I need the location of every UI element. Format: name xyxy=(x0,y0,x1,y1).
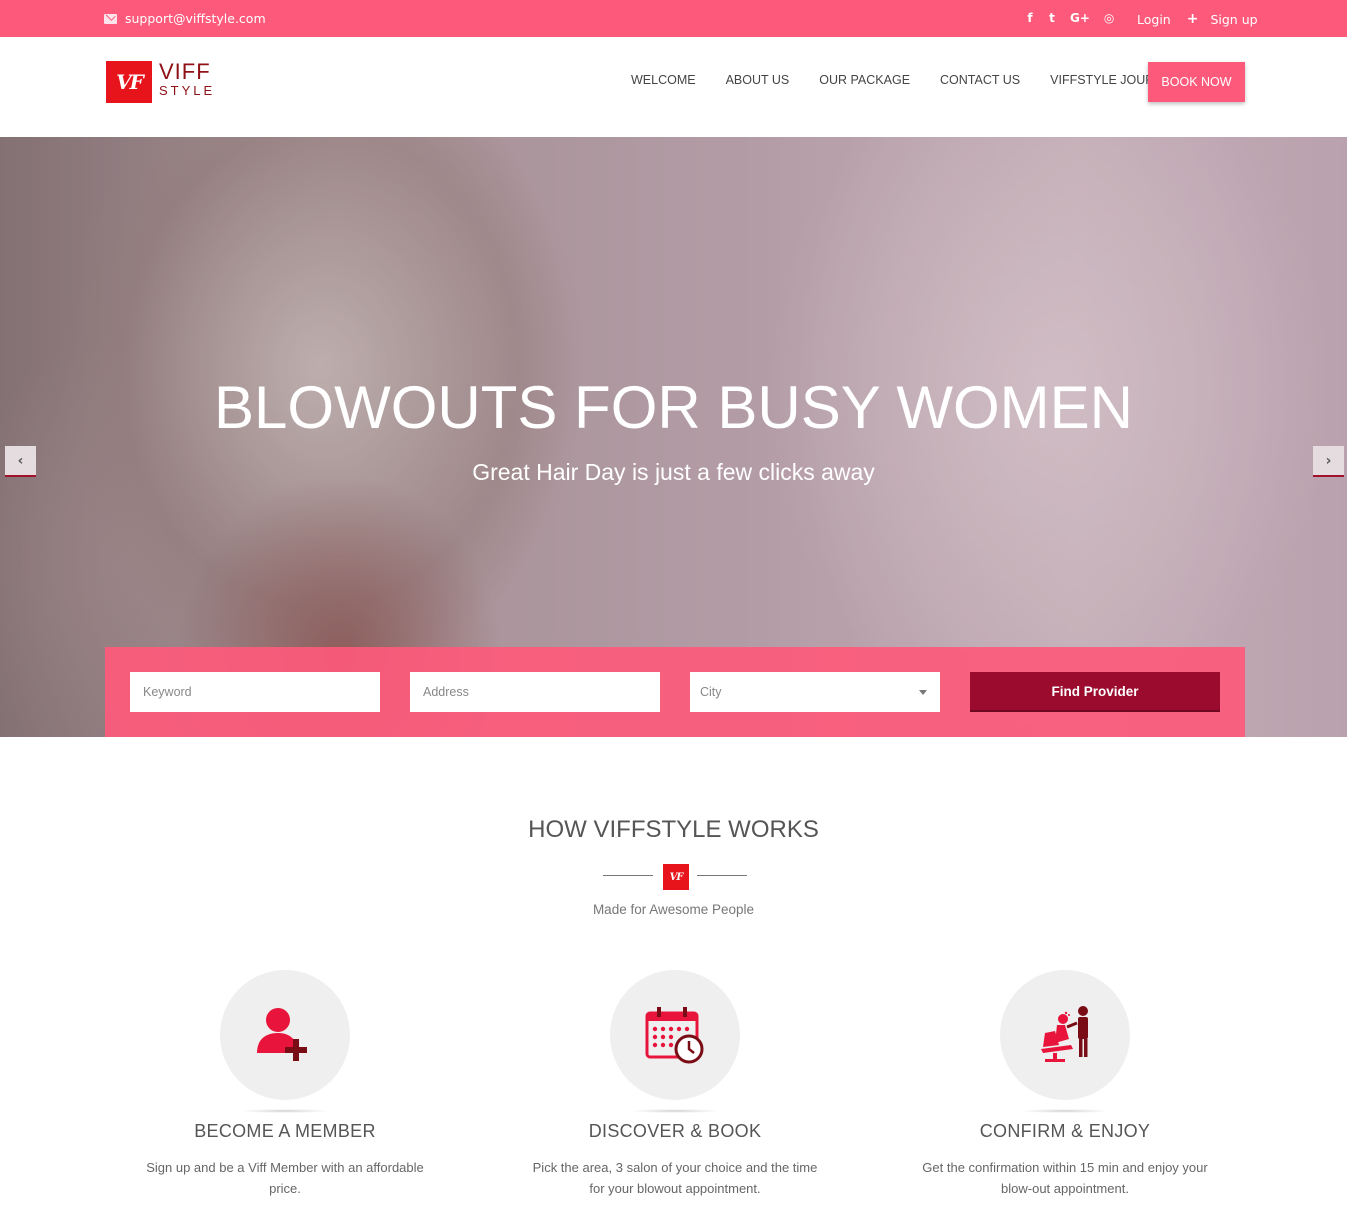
nav-about-us[interactable]: ABOUT US xyxy=(726,73,790,87)
step-circle-shadow xyxy=(630,1109,720,1113)
salon-chair-icon xyxy=(1041,1006,1088,1062)
divider-logo-icon: VF xyxy=(663,864,689,890)
twitter-icon[interactable]: t xyxy=(1048,11,1056,25)
support-email-text: support@viffstyle.com xyxy=(125,11,266,26)
divider-line-left xyxy=(603,875,653,876)
keyword-input[interactable]: Keyword xyxy=(130,672,380,712)
nav-contact-us[interactable]: CONTACT US xyxy=(940,73,1020,87)
address-input[interactable]: Address xyxy=(410,672,660,712)
add-user-icon xyxy=(257,1008,307,1061)
calendar-clock-icon xyxy=(645,1007,704,1064)
google-plus-icon[interactable]: G+ xyxy=(1070,11,1090,25)
step-description: Pick the area, 3 salon of your choice an… xyxy=(532,1160,818,1196)
find-provider-button[interactable]: Find Provider xyxy=(970,672,1220,712)
login-link[interactable]: Login xyxy=(1137,12,1171,27)
section-divider: VF xyxy=(603,864,747,890)
nav-welcome[interactable]: WELCOME xyxy=(631,73,696,87)
step-circle-shadow xyxy=(240,1109,330,1113)
hero-title: BLOWOUTS FOR BUSY WOMEN xyxy=(214,374,1133,441)
step-icon-circle xyxy=(220,970,350,1100)
step-icon-circle xyxy=(1000,970,1130,1100)
search-panel: Keyword Address City Find Provider xyxy=(105,647,1245,737)
logo-word-bottom: STYLE xyxy=(159,83,216,98)
nav-our-package[interactable]: OUR PACKAGE xyxy=(819,73,910,87)
slider-next-button[interactable]: › xyxy=(1313,446,1344,477)
logo-mark: VF xyxy=(106,61,152,103)
logo-word-top: VIFF xyxy=(159,59,211,84)
main-nav: WELCOME ABOUT US OUR PACKAGE CONTACT US … xyxy=(631,73,1179,87)
step-title: BECOME A MEMBER xyxy=(194,1121,376,1141)
signup-link[interactable]: Sign up xyxy=(1210,12,1257,27)
chevron-left-icon: ‹ xyxy=(17,452,24,469)
step-description: Get the confirmation within 15 min and e… xyxy=(922,1160,1208,1196)
section-title: HOW VIFFSTYLE WORKS xyxy=(528,816,819,843)
support-email[interactable]: support@viffstyle.com xyxy=(104,11,266,26)
caret-down-icon xyxy=(919,690,927,695)
city-select-value: City xyxy=(700,685,722,699)
step-title: CONFIRM & ENJOY xyxy=(979,1121,1151,1141)
city-select[interactable]: City xyxy=(690,672,940,712)
hero-subtitle: Great Hair Day is just a few clicks away xyxy=(472,459,875,485)
auth-links: Login + Sign up xyxy=(1137,11,1258,27)
social-links: f t G+ ◎ xyxy=(1026,11,1114,25)
step-title: DISCOVER & BOOK xyxy=(588,1121,762,1141)
envelope-icon xyxy=(104,13,117,24)
plus-icon: + xyxy=(1186,11,1199,27)
viffstyle-logo[interactable]: VF VIFF STYLE xyxy=(106,61,236,103)
top-bar: support@viffstyle.com f t G+ ◎ Login + S… xyxy=(0,0,1347,37)
section-subtitle: Made for Awesome People xyxy=(592,902,755,917)
slider-prev-button[interactable]: ‹ xyxy=(5,446,36,477)
step-description: Sign up and be a Viff Member with an aff… xyxy=(146,1160,424,1196)
instagram-icon[interactable]: ◎ xyxy=(1104,11,1114,25)
site-header: VF VIFF STYLE WELCOME ABOUT US OUR PACKA… xyxy=(0,37,1347,137)
chevron-right-icon: › xyxy=(1325,452,1332,469)
step-icon-circle xyxy=(610,970,740,1100)
book-now-button[interactable]: BOOK NOW xyxy=(1148,62,1245,102)
step-circle-shadow xyxy=(1020,1109,1110,1113)
divider-line-right xyxy=(697,875,747,876)
facebook-icon[interactable]: f xyxy=(1026,11,1034,25)
